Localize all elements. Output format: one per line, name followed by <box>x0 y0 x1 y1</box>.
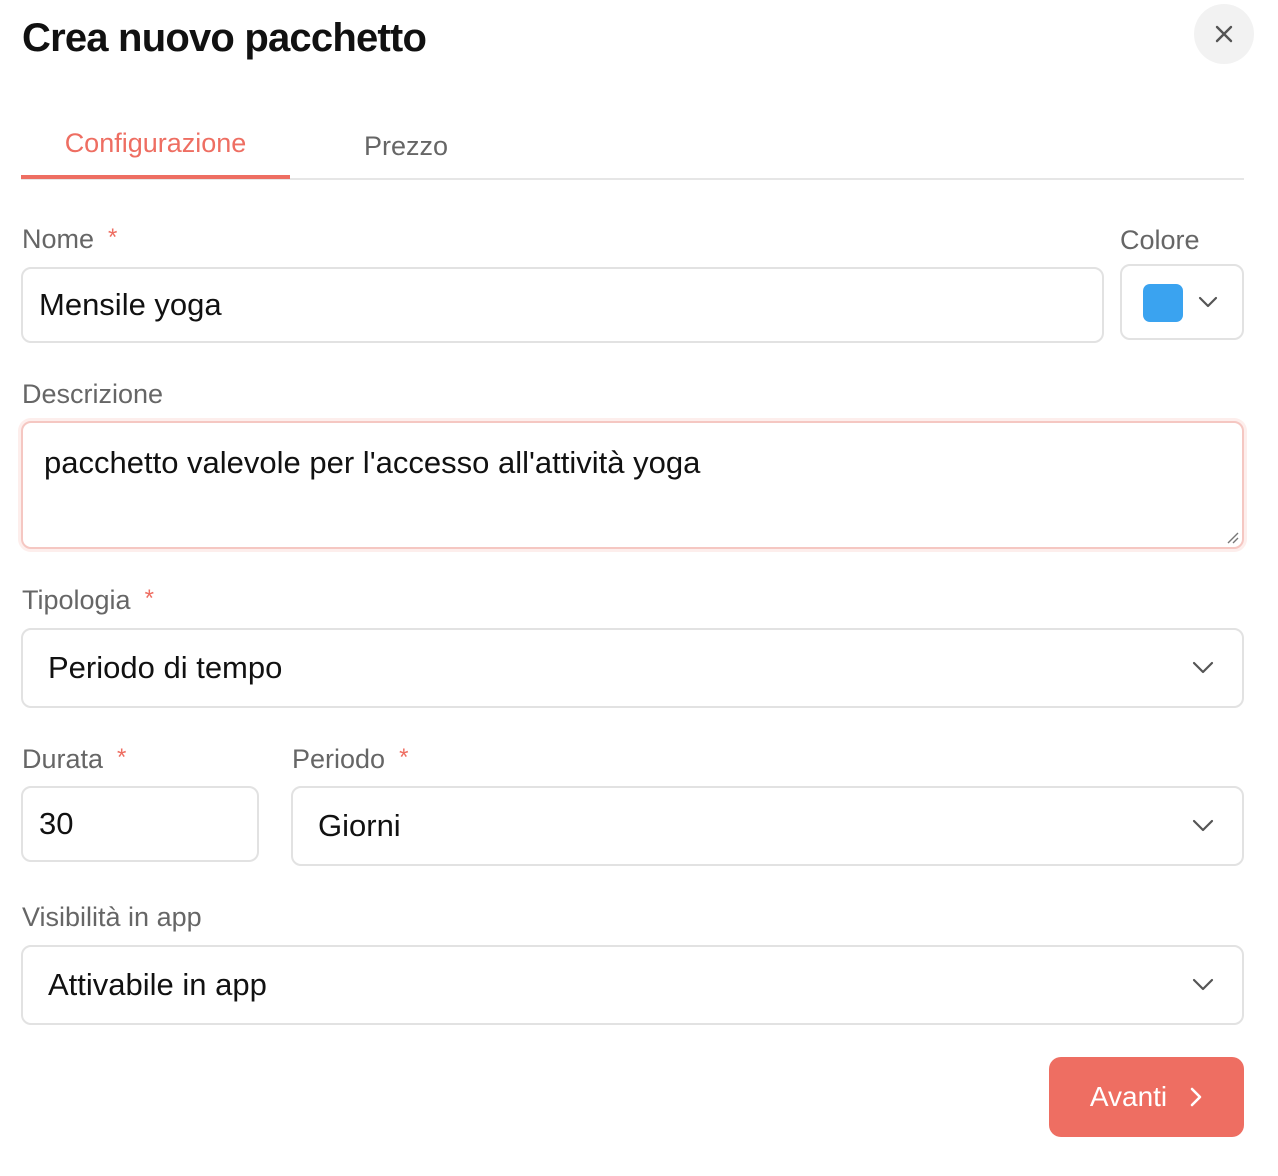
descrizione-textarea[interactable]: pacchetto valevole per l'accesso all'att… <box>21 421 1244 549</box>
tipologia-select[interactable]: Periodo di tempo <box>21 628 1244 708</box>
tab-prezzo[interactable]: Prezzo <box>321 112 491 180</box>
resize-handle-icon[interactable] <box>1225 530 1239 544</box>
close-icon <box>1215 25 1233 43</box>
chevron-right-icon <box>1190 1087 1202 1107</box>
chevron-down-icon <box>1198 296 1218 308</box>
close-button[interactable] <box>1194 4 1254 64</box>
descrizione-label: Descrizione <box>22 379 164 409</box>
color-swatch <box>1143 284 1183 322</box>
tab-configurazione[interactable]: Configurazione <box>21 112 290 179</box>
required-mark: * <box>144 585 154 612</box>
required-mark: * <box>108 224 118 251</box>
required-mark: * <box>399 744 409 771</box>
visibilita-select[interactable]: Attivabile in app <box>21 945 1244 1025</box>
color-picker[interactable] <box>1120 264 1244 340</box>
tipologia-label: Tipologia * <box>22 585 154 615</box>
page-title: Crea nuovo pacchetto <box>22 16 427 60</box>
next-button[interactable]: Avanti <box>1049 1057 1244 1137</box>
tab-bar: Configurazione Prezzo <box>21 112 1244 180</box>
durata-label: Durata * <box>22 744 127 774</box>
durata-input[interactable]: 30 <box>21 786 259 862</box>
required-mark: * <box>117 744 127 771</box>
nome-label: Nome * <box>22 224 118 254</box>
chevron-down-icon <box>1192 819 1214 832</box>
chevron-down-icon <box>1192 978 1214 991</box>
periodo-select[interactable]: Giorni <box>291 786 1244 866</box>
visibilita-label: Visibilità in app <box>22 902 202 932</box>
chevron-down-icon <box>1192 661 1214 674</box>
nome-input[interactable]: Mensile yoga <box>21 267 1104 343</box>
periodo-label: Periodo * <box>292 744 409 774</box>
colore-label: Colore <box>1120 225 1200 255</box>
